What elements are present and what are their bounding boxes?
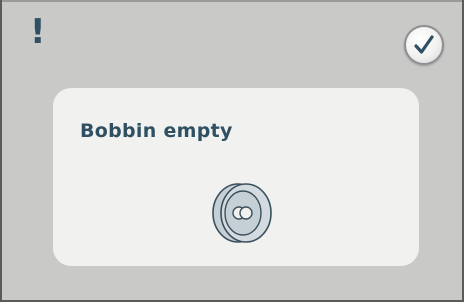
bobbin-icon [212, 183, 272, 243]
confirm-button[interactable] [404, 25, 444, 65]
exclamation-icon: ! [30, 12, 46, 52]
message-title: Bobbin empty [80, 120, 233, 142]
message-card: Bobbin empty [53, 88, 419, 266]
checkmark-icon [414, 35, 434, 54]
frame-top-border [0, 0, 464, 2]
bobbin-alert-screen: ! Bobbin empty [0, 0, 464, 302]
frame-left-border [0, 0, 2, 302]
